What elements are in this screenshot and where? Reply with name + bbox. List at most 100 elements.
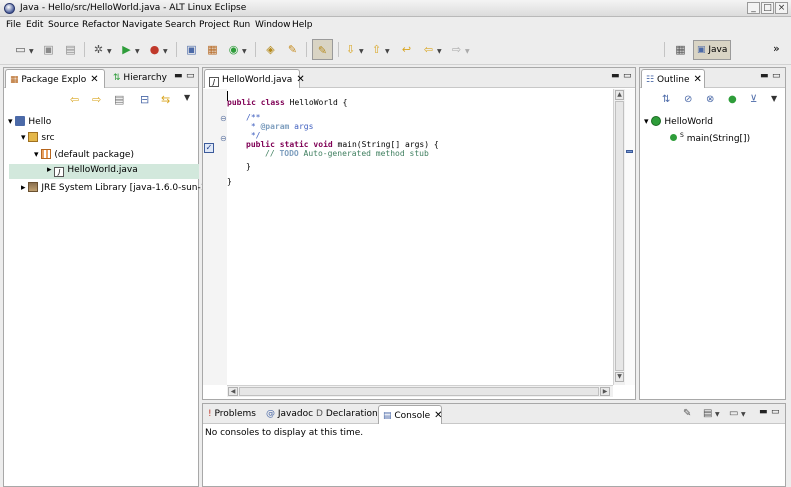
outline-item-class[interactable]: ▾ HelloWorld: [644, 116, 713, 127]
maximize-icon[interactable]: ▭: [186, 71, 195, 81]
code-line-method[interactable]: public static void main(String[] args) {: [246, 140, 439, 149]
tab-declaration[interactable]: D Declaration: [312, 405, 378, 424]
code-line-class[interactable]: public class HelloWorld {: [227, 98, 347, 107]
task-marker-icon[interactable]: ✓: [204, 143, 214, 153]
minimize-icon[interactable]: ▬: [611, 71, 620, 81]
display-console-icon[interactable]: ▤: [703, 408, 712, 419]
close-button[interactable]: ×: [775, 2, 788, 14]
new-java-project-icon[interactable]: ▣: [183, 41, 200, 58]
code-line-method-close[interactable]: }: [246, 162, 251, 171]
previous-annotation-dropdown-icon[interactable]: ▼: [385, 48, 390, 55]
vertical-scrollbar[interactable]: ▲ ▼: [613, 89, 625, 385]
close-icon[interactable]: ✕: [90, 74, 98, 85]
collapse-icon[interactable]: ▸: [47, 165, 52, 175]
code-line-class-close[interactable]: }: [227, 177, 232, 186]
display-console-dropdown-icon[interactable]: ▼: [715, 411, 720, 418]
view-menu-icon[interactable]: ▼: [771, 94, 777, 103]
expand-icon[interactable]: ▾: [8, 117, 13, 127]
task-overview-marker[interactable]: [626, 150, 633, 153]
tree-item-project[interactable]: ▾ Hello: [8, 116, 51, 127]
scroll-up-icon[interactable]: ▲: [615, 90, 624, 100]
print-icon[interactable]: ▤: [62, 41, 79, 58]
minimize-icon[interactable]: ▬: [174, 71, 183, 81]
open-console-dropdown-icon[interactable]: ▼: [741, 411, 746, 418]
up-icon[interactable]: ▤: [114, 93, 124, 106]
menu-search[interactable]: Search: [165, 20, 196, 30]
sort-icon[interactable]: ⇅: [662, 94, 670, 105]
scroll-down-icon[interactable]: ▼: [615, 372, 624, 382]
menu-navigate[interactable]: Navigate: [122, 20, 162, 30]
menu-window[interactable]: Window: [255, 20, 291, 30]
debug-icon[interactable]: ✲: [90, 41, 107, 58]
hide-static-icon[interactable]: ⊗: [706, 94, 714, 105]
tree-item-helloworld-java[interactable]: ▸ J HelloWorld.java: [9, 164, 199, 179]
next-annotation-dropdown-icon[interactable]: ▼: [359, 48, 364, 55]
scrollbar-thumb[interactable]: [615, 101, 624, 371]
tree-item-jre-library[interactable]: ▸ JRE System Library [java-1.6.0-sun-1.6…: [21, 182, 218, 193]
new-class-icon[interactable]: ◉: [225, 41, 242, 58]
minimize-icon[interactable]: ▬: [759, 407, 768, 417]
minimize-icon[interactable]: ▬: [760, 71, 769, 81]
collapse-icon[interactable]: ▸: [21, 183, 26, 193]
java-perspective-button[interactable]: ▣ Java: [693, 40, 731, 60]
close-icon[interactable]: ✕: [694, 74, 702, 85]
tab-package-explorer[interactable]: ▦ Package Explo ✕: [5, 69, 105, 88]
new-dropdown-icon[interactable]: ▼: [29, 48, 34, 55]
menu-file[interactable]: File: [6, 20, 21, 30]
debug-dropdown-icon[interactable]: ▼: [107, 48, 112, 55]
view-menu-icon[interactable]: ▼: [184, 93, 190, 102]
next-annotation-icon[interactable]: ⇩: [342, 41, 359, 58]
expand-icon[interactable]: ▾: [644, 117, 649, 127]
scroll-left-icon[interactable]: ◀: [228, 387, 238, 396]
search-icon[interactable]: ✎: [284, 41, 301, 58]
maximize-icon[interactable]: ▭: [772, 71, 781, 81]
expand-icon[interactable]: ▾: [21, 133, 26, 143]
tab-hierarchy[interactable]: ⇅ Hierarchy: [109, 69, 169, 88]
back-icon[interactable]: ⇦: [70, 93, 79, 106]
code-line-todo-comment[interactable]: // TODO Auto-generated method stub: [265, 149, 429, 158]
close-icon[interactable]: ✕: [296, 74, 304, 85]
collapse-all-icon[interactable]: ⊟: [140, 93, 149, 106]
code-line-javadoc-close[interactable]: */: [246, 131, 261, 140]
tab-console[interactable]: ▤ Console ✕: [378, 405, 443, 424]
tab-outline[interactable]: ☷ Outline ✕: [641, 69, 705, 88]
tab-problems[interactable]: ! Problems: [204, 405, 262, 424]
tree-item-default-package[interactable]: ▾ (default package): [34, 149, 134, 160]
save-icon[interactable]: ▣: [40, 41, 57, 58]
previous-annotation-icon[interactable]: ⇧: [368, 41, 385, 58]
external-tools-icon[interactable]: ●: [146, 41, 163, 58]
run-dropdown-icon[interactable]: ▼: [135, 48, 140, 55]
menu-help[interactable]: Help: [292, 20, 313, 30]
code-line-javadoc-param[interactable]: * @param args: [246, 122, 314, 131]
close-icon[interactable]: ✕: [434, 410, 442, 421]
forward-icon[interactable]: ⇨: [92, 93, 101, 106]
back-dropdown-icon[interactable]: ▼: [437, 48, 442, 55]
minimize-button[interactable]: _: [747, 2, 760, 14]
hide-non-public-icon[interactable]: ●: [728, 94, 737, 105]
hide-local-types-icon[interactable]: ⊻: [750, 94, 757, 105]
maximize-icon[interactable]: ▭: [623, 71, 632, 81]
code-line-javadoc-open[interactable]: /**: [246, 113, 260, 122]
hscrollbar-thumb[interactable]: [239, 387, 599, 396]
forward-dropdown-icon[interactable]: ▼: [465, 48, 470, 55]
menu-edit[interactable]: Edit: [26, 20, 43, 30]
open-type-icon[interactable]: ◈: [262, 41, 279, 58]
fold-javadoc-icon[interactable]: ⊖: [220, 114, 227, 123]
menu-source[interactable]: Source: [48, 20, 79, 30]
mark-occurrences-icon[interactable]: ✎: [312, 39, 333, 60]
forward-icon[interactable]: ⇨: [448, 41, 465, 58]
maximize-icon[interactable]: ▭: [771, 407, 780, 417]
link-with-editor-icon[interactable]: ⇆: [161, 93, 170, 106]
pin-console-icon[interactable]: ✎: [683, 408, 691, 419]
scroll-right-icon[interactable]: ▶: [600, 387, 610, 396]
tree-item-src[interactable]: ▾ src: [21, 132, 55, 143]
menu-refactor[interactable]: Refactor: [82, 20, 120, 30]
tab-javadoc[interactable]: @ Javadoc: [262, 405, 313, 424]
last-edit-location-icon[interactable]: ↩: [398, 41, 415, 58]
more-perspectives-icon[interactable]: »: [773, 42, 780, 55]
menu-project[interactable]: Project: [199, 20, 230, 30]
new-icon[interactable]: ▭: [12, 41, 29, 58]
run-icon[interactable]: ▶: [118, 41, 135, 58]
new-class-dropdown-icon[interactable]: ▼: [242, 48, 247, 55]
new-package-icon[interactable]: ▦: [204, 41, 221, 58]
